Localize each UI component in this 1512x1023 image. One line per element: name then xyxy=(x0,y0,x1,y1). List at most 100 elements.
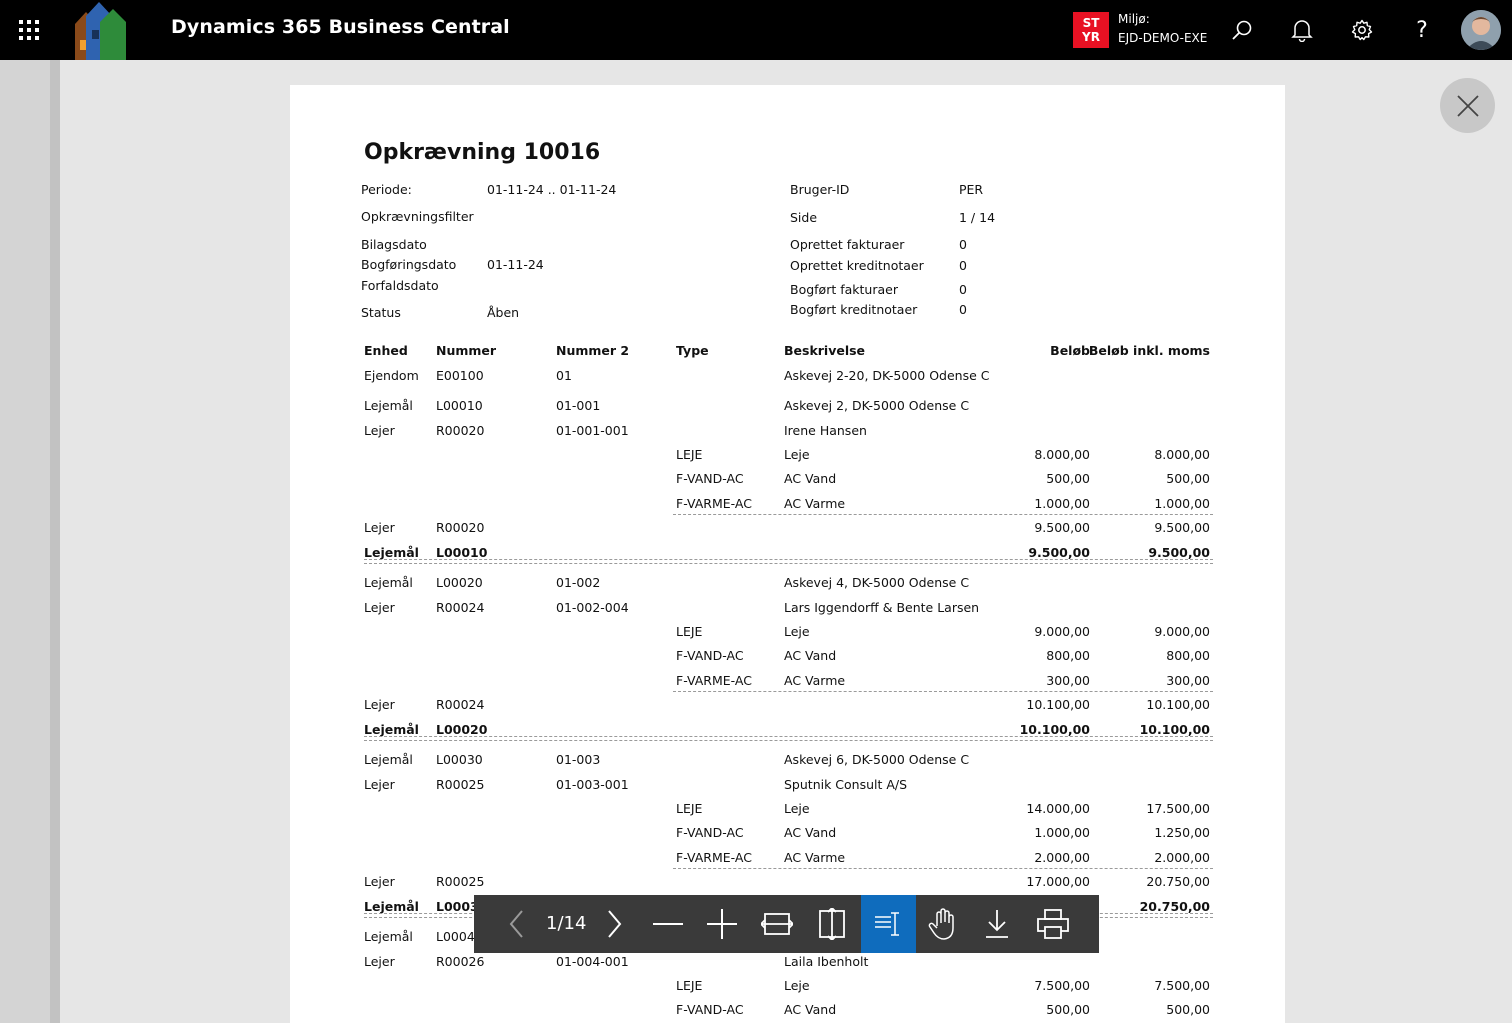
cell-inkl: 17.500,00 xyxy=(1146,801,1210,816)
cell-nummer2: 01-004-001 xyxy=(556,954,629,969)
text-select-button[interactable] xyxy=(861,895,916,953)
cell-inkl: 800,00 xyxy=(1166,648,1210,663)
cell-beskrivelse: Askevej 2-20, DK-5000 Odense C xyxy=(784,368,990,383)
column-header-beloeb-inkl-moms: Beløb inkl. moms xyxy=(1088,343,1210,358)
cell-enhed: Lejemål xyxy=(364,722,419,737)
search-icon[interactable] xyxy=(1227,15,1257,45)
cell-beskrivelse: Leje xyxy=(784,801,810,816)
print-button[interactable] xyxy=(1033,895,1073,953)
cell-beskrivelse: AC Vand xyxy=(784,471,837,486)
cell-inkl: 500,00 xyxy=(1166,471,1210,486)
background-panel-left xyxy=(0,60,50,1023)
environment-badge[interactable]: ST YR xyxy=(1073,12,1109,48)
top-app-bar: Dynamics 365 Business Central ST YR Milj… xyxy=(0,0,1512,60)
cell-belob: 800,00 xyxy=(1046,648,1090,663)
column-header-enhed: Enhed xyxy=(364,343,408,358)
previous-page-button[interactable] xyxy=(502,895,532,953)
cell-nummer: L00010 xyxy=(436,398,483,413)
fit-height-icon xyxy=(819,908,845,940)
field-value-side: 1 / 14 xyxy=(959,210,996,225)
field-label-opkraevningsfilter: Opkrævningsfilter xyxy=(361,209,474,224)
cell-type: F-VAND-AC xyxy=(676,825,744,840)
cell-enhed: Lejer xyxy=(364,600,395,615)
report-page: Opkrævning 10016 Periode: 01-11-24 .. 01… xyxy=(290,85,1285,1023)
cell-nummer: R00025 xyxy=(436,874,485,889)
next-page-button[interactable] xyxy=(599,895,629,953)
cell-beskrivelse: Laila Ibenholt xyxy=(784,954,869,969)
cell-enhed: Lejemål xyxy=(364,575,413,590)
cell-beskrivelse: AC Vand xyxy=(784,825,837,840)
cell-beskrivelse: Leje xyxy=(784,447,810,462)
hand-icon xyxy=(928,908,954,940)
column-header-beloeb: Beløb xyxy=(1050,343,1090,358)
cell-inkl: 20.750,00 xyxy=(1146,874,1210,889)
cell-belob: 2.000,00 xyxy=(1034,850,1090,865)
cell-belob: 300,00 xyxy=(1046,673,1090,688)
field-value-bruger-id: PER xyxy=(959,182,984,197)
field-label-periode: Periode: xyxy=(361,182,412,197)
environment-badge-line2: YR xyxy=(1082,30,1100,44)
subtotal-separator xyxy=(673,691,1213,692)
cell-nummer2: 01-003 xyxy=(556,752,601,767)
close-button[interactable] xyxy=(1440,78,1495,133)
zoom-out-button[interactable] xyxy=(648,895,688,953)
pan-button[interactable] xyxy=(923,895,963,953)
cell-type: F-VAND-AC xyxy=(676,471,744,486)
column-header-nummer: Nummer xyxy=(436,343,497,358)
environment-label: Miljø: xyxy=(1118,12,1150,26)
fit-height-button[interactable] xyxy=(812,895,852,953)
cell-enhed: Lejer xyxy=(364,697,395,712)
page-indicator: 1/14 xyxy=(546,913,587,934)
cell-belob: 9.500,00 xyxy=(1034,520,1090,535)
field-label-oprettet-fakturaer: Oprettet fakturaer xyxy=(790,237,905,252)
close-icon xyxy=(1456,94,1479,117)
gear-icon[interactable] xyxy=(1347,15,1377,45)
company-logo xyxy=(75,2,126,60)
app-launcher-icon[interactable] xyxy=(19,20,39,40)
cell-nummer: R00025 xyxy=(436,777,485,792)
cell-nummer2: 01-003-001 xyxy=(556,777,629,792)
cell-belob: 9.000,00 xyxy=(1034,624,1090,639)
cell-type: LEJE xyxy=(676,447,703,462)
cell-enhed: Lejer xyxy=(364,874,395,889)
cell-belob: 14.000,00 xyxy=(1026,801,1090,816)
environment-name[interactable]: EJD-DEMO-EXE xyxy=(1118,31,1207,45)
bell-icon[interactable] xyxy=(1287,15,1317,45)
cell-type: F-VARME-AC xyxy=(676,673,752,688)
cell-beskrivelse: Irene Hansen xyxy=(784,423,867,438)
cell-nummer2: 01-002 xyxy=(556,575,601,590)
field-value-oprettet-kreditnotaer: 0 xyxy=(959,258,967,273)
field-value-periode: 01-11-24 .. 01-11-24 xyxy=(487,182,617,197)
field-value-bogfoeringsdato: 01-11-24 xyxy=(487,257,544,272)
printer-icon xyxy=(1037,909,1069,939)
fit-width-button[interactable] xyxy=(757,895,797,953)
cell-belob: 9.500,00 xyxy=(1028,545,1090,560)
cell-beskrivelse: AC Vand xyxy=(784,1002,837,1017)
total-separator xyxy=(364,559,1213,564)
cell-belob: 8.000,00 xyxy=(1034,447,1090,462)
cell-inkl: 9.000,00 xyxy=(1154,624,1210,639)
cell-enhed: Lejemål xyxy=(364,899,419,914)
cell-belob: 500,00 xyxy=(1046,1002,1090,1017)
cell-beskrivelse: Leje xyxy=(784,624,810,639)
cell-nummer: L00020 xyxy=(436,722,488,737)
pdf-viewer-toolbar: 1/14 xyxy=(474,895,1099,953)
cell-inkl: 300,00 xyxy=(1166,673,1210,688)
cell-type: F-VARME-AC xyxy=(676,850,752,865)
help-icon[interactable]: ? xyxy=(1407,15,1437,45)
cell-enhed: Lejemål xyxy=(364,752,413,767)
field-label-bogfoert-kreditnotaer: Bogført kreditnotaer xyxy=(790,302,918,317)
app-title[interactable]: Dynamics 365 Business Central xyxy=(171,16,510,38)
user-avatar[interactable] xyxy=(1461,10,1501,50)
cell-beskrivelse: Lars Iggendorff & Bente Larsen xyxy=(784,600,980,615)
cell-enhed: Lejer xyxy=(364,520,395,535)
column-header-beskrivelse: Beskrivelse xyxy=(784,343,866,358)
cell-inkl: 10.100,00 xyxy=(1146,697,1210,712)
zoom-in-button[interactable] xyxy=(702,895,742,953)
download-button[interactable] xyxy=(977,895,1017,953)
background-panel-edge xyxy=(50,60,60,1023)
cell-beskrivelse: Leje xyxy=(784,978,810,993)
field-label-oprettet-kreditnotaer: Oprettet kreditnotaer xyxy=(790,258,924,273)
minus-icon xyxy=(653,923,683,925)
cell-nummer2: 01 xyxy=(556,368,572,383)
